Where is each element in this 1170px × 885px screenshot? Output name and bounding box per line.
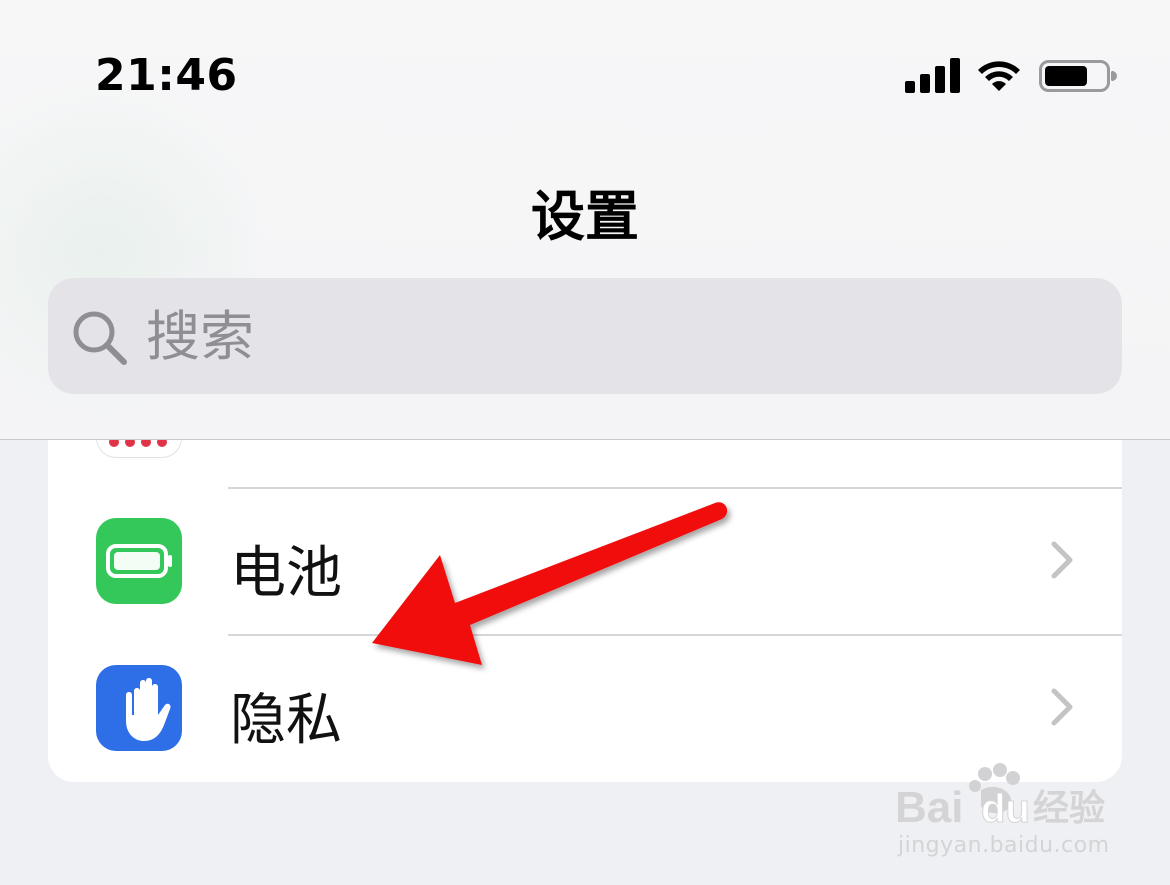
row-label-privacy: 隐私 — [230, 688, 342, 753]
row-label-battery: 电池 — [230, 541, 342, 606]
status-time: 21:46 — [95, 50, 238, 101]
battery-icon — [1039, 60, 1117, 92]
search-bar[interactable] — [48, 278, 1122, 394]
status-bar-icons — [905, 55, 1120, 97]
search-input[interactable] — [146, 300, 1046, 372]
svg-text:du: du — [981, 787, 1030, 831]
search-icon — [73, 311, 127, 365]
page-title: 设置 — [531, 185, 639, 248]
battery-app-icon — [96, 518, 182, 604]
navigation-header: 21:46 设置 — [0, 0, 1170, 440]
chevron-right-icon — [1051, 541, 1073, 579]
cellular-signal-icon — [905, 55, 961, 95]
svg-text:经验: 经验 — [1033, 788, 1105, 829]
red-arrow-icon — [372, 502, 728, 665]
watermark-domain: jingyan.baidu.com — [898, 833, 1110, 858]
privacy-hand-icon — [96, 665, 182, 751]
chevron-right-icon — [1051, 688, 1073, 726]
wifi-icon — [978, 61, 1020, 91]
svg-text:Bai: Bai — [895, 783, 963, 832]
